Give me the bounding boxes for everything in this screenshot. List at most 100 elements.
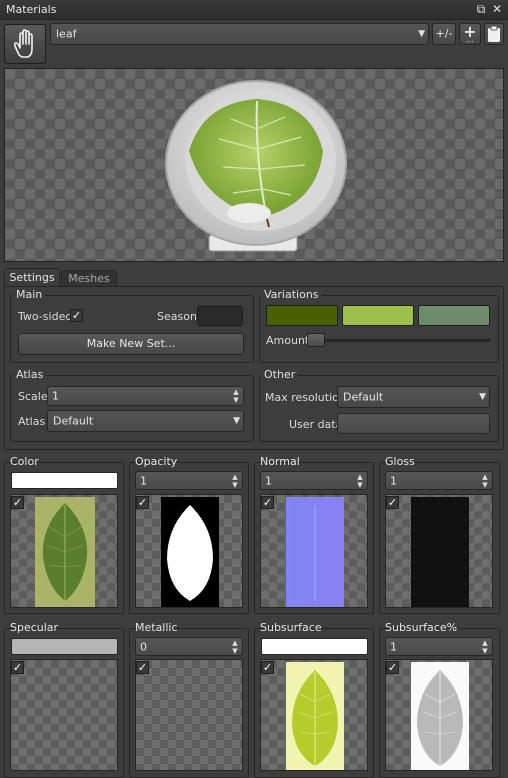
slot-specular-swatch[interactable] (11, 638, 118, 655)
slot-color-texture[interactable] (10, 494, 118, 608)
check-icon: ✓ (387, 496, 398, 509)
scale-value: 1 (52, 389, 59, 403)
tab-settings[interactable]: Settings (4, 268, 60, 287)
slot-subsurface-pct-texture[interactable] (385, 659, 493, 771)
slot-subsurface-pct-value: 1 (390, 640, 397, 653)
amount-label: Amount (266, 334, 310, 347)
max-resolution-label: Max resolution (265, 391, 346, 404)
slot-gloss-value-input[interactable]: 1 ▲ ▼ (385, 471, 493, 490)
variations-group-title: Variations (262, 288, 321, 301)
max-resolution-value: Default (343, 390, 384, 404)
check-icon: ✓ (137, 496, 148, 509)
spinner-icon[interactable]: ▲ ▼ (480, 473, 490, 489)
check-icon: ✓ (262, 496, 273, 509)
restore-icon[interactable]: ⧉ (474, 2, 488, 16)
slot-subsurface-pct-value-input[interactable]: 1 ▲ ▼ (385, 637, 493, 656)
clipboard-button[interactable] (484, 23, 504, 45)
leaf-color-image (35, 497, 95, 607)
plus-minus-button[interactable]: +/- (432, 23, 456, 45)
spinner-icon[interactable]: ▲ ▼ (230, 473, 240, 489)
atlas-group-title: Atlas (14, 368, 46, 381)
check-icon: ✓ (387, 661, 398, 674)
variation-swatch-3[interactable] (418, 305, 490, 326)
slot-specular-label: Specular (10, 621, 59, 634)
variation-swatch-2[interactable] (342, 305, 414, 326)
slot-gloss-texture[interactable] (385, 494, 493, 608)
atlas-label: Atlas (18, 415, 46, 428)
material-select-value: leaf (56, 27, 77, 41)
material-select[interactable]: leaf ▼ (50, 23, 429, 45)
slot-color-checkbox[interactable]: ✓ (11, 496, 24, 509)
check-icon: ✓ (71, 309, 82, 322)
slot-opacity-label: Opacity (135, 455, 178, 468)
variation-swatch-1[interactable] (266, 305, 338, 326)
slot-subsurface-swatch[interactable] (261, 638, 368, 655)
slot-metallic-checkbox[interactable]: ✓ (136, 661, 149, 674)
user-data-input[interactable] (337, 413, 490, 434)
amount-slider-handle[interactable] (307, 333, 325, 347)
two-sided-checkbox[interactable]: ✓ (70, 309, 83, 322)
add-sublabel: ... (466, 35, 474, 44)
slot-subsurface-pct-label: Subsurface% (385, 621, 458, 634)
material-preview[interactable] (4, 68, 504, 262)
slot-opacity-value: 1 (140, 474, 147, 487)
amount-slider-track[interactable] (308, 339, 490, 342)
hand-tool-button[interactable] (4, 24, 46, 64)
slot-subsurface-texture[interactable] (260, 659, 368, 771)
leaf-opacity-image (161, 497, 219, 607)
slot-normal-value: 1 (265, 474, 272, 487)
check-icon: ✓ (137, 661, 148, 674)
slot-specular-checkbox[interactable]: ✓ (11, 661, 24, 674)
tab-meshes[interactable]: Meshes (61, 270, 117, 287)
slot-metallic-value-input[interactable]: 0 ▲ ▼ (135, 637, 243, 656)
chevron-down-icon: ▼ (233, 416, 240, 426)
slot-opacity-checkbox[interactable]: ✓ (136, 496, 149, 509)
slot-opacity-texture[interactable] (135, 494, 243, 608)
make-new-set-button[interactable]: Make New Set... (18, 333, 244, 355)
scale-label: Scale (18, 390, 48, 403)
main-group-title: Main (14, 288, 45, 301)
slot-subsurface-pct-checkbox[interactable]: ✓ (386, 661, 399, 674)
chevron-down-icon: ▼ (418, 29, 425, 39)
check-icon: ✓ (12, 661, 23, 674)
spinner-icon[interactable]: ▲ ▼ (231, 388, 241, 404)
slot-normal-value-input[interactable]: 1 ▲ ▼ (260, 471, 368, 490)
preview-model (165, 80, 347, 252)
leaf-gloss-image (411, 497, 469, 607)
hand-icon (13, 29, 33, 58)
window-titlebar: Materials ⧉ ✕ (0, 0, 508, 20)
atlas-select-value: Default (53, 414, 94, 428)
slot-opacity-value-input[interactable]: 1 ▲ ▼ (135, 471, 243, 490)
max-resolution-select[interactable]: Default ▼ (337, 386, 490, 408)
close-icon[interactable]: ✕ (490, 2, 504, 16)
slot-color-label: Color (10, 455, 39, 468)
slot-metallic-label: Metallic (135, 621, 178, 634)
slot-metallic-texture[interactable] (135, 659, 243, 771)
slot-metallic-value: 0 (140, 640, 147, 653)
window-title: Materials (6, 3, 57, 16)
slot-normal-label: Normal (260, 455, 300, 468)
season-label: Season (157, 310, 197, 323)
season-swatch[interactable] (197, 306, 243, 326)
check-icon: ✓ (12, 496, 23, 509)
slot-gloss-checkbox[interactable]: ✓ (386, 496, 399, 509)
other-group-title: Other (262, 368, 298, 381)
add-material-button[interactable]: + ... (459, 23, 481, 45)
chevron-down-icon: ▼ (479, 392, 486, 402)
user-data-label: User data (289, 418, 343, 431)
spinner-icon[interactable]: ▲ ▼ (230, 639, 240, 655)
slot-specular-texture[interactable] (10, 659, 118, 771)
clipboard-icon (488, 25, 500, 42)
scale-input[interactable]: 1 ▲ ▼ (47, 386, 244, 406)
slot-normal-checkbox[interactable]: ✓ (261, 496, 274, 509)
slot-normal-texture[interactable] (260, 494, 368, 608)
slot-color-swatch[interactable] (11, 472, 118, 489)
slot-gloss-label: Gloss (385, 455, 415, 468)
slot-subsurface-label: Subsurface (260, 621, 322, 634)
spinner-icon[interactable]: ▲ ▼ (355, 473, 365, 489)
leaf-normal-image (286, 497, 344, 607)
atlas-select[interactable]: Default ▼ (47, 410, 244, 432)
spinner-icon[interactable]: ▲ ▼ (480, 639, 490, 655)
slot-subsurface-checkbox[interactable]: ✓ (261, 661, 274, 674)
leaf-subsurface-pct-image (411, 662, 469, 770)
